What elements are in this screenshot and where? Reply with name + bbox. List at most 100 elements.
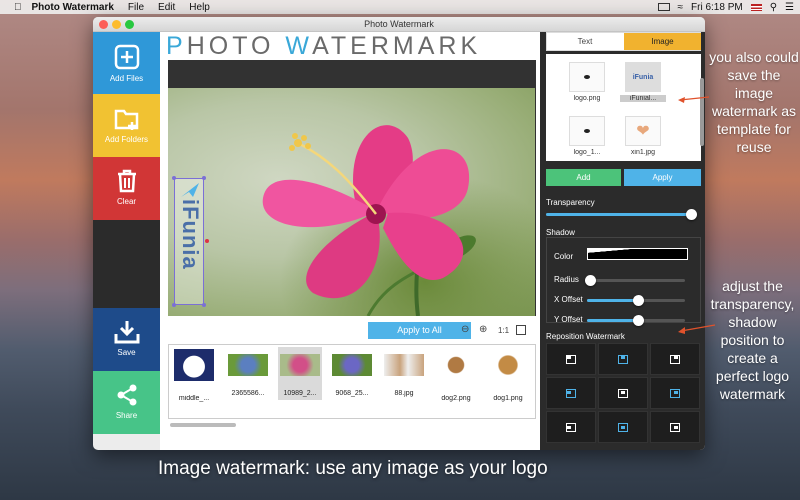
position-bottom-center-button[interactable] [598,411,648,443]
add-files-button[interactable]: Add Files [93,32,160,94]
fit-screen-icon[interactable] [516,325,526,335]
thumbnail-item[interactable]: dog1.png [486,349,530,402]
resize-handle[interactable] [202,303,206,307]
rotate-handle[interactable] [205,239,209,243]
y-offset-label: Y Offset [554,315,583,324]
shadow-label: Shadow [546,228,575,237]
position-middle-left-button[interactable] [546,377,596,409]
tab-image[interactable]: Image [624,33,701,50]
tab-text[interactable]: Text [547,33,623,50]
thumbnail-name: 2365586... [231,390,265,397]
clear-button[interactable]: Clear [93,157,160,220]
shadow-color-swatch[interactable] [587,248,688,260]
close-icon[interactable] [99,20,108,29]
y-offset-slider[interactable] [587,315,685,326]
thumbnail-item[interactable]: dog2.png [434,349,478,402]
vertical-scrollbar[interactable] [700,78,704,146]
search-icon[interactable]: ⚲ [770,2,777,13]
share-icon [117,384,136,406]
radius-knob[interactable] [585,275,596,286]
apply-to-all-button[interactable]: Apply to All [368,322,471,339]
transparency-knob[interactable] [686,209,697,220]
window-title: Photo Watermark [364,19,434,29]
radius-slider[interactable] [585,275,685,286]
watermark-image-name: logo_1... [573,149,601,156]
position-middle-right-button[interactable] [650,377,700,409]
thumbnail-name: 10989_2... [283,390,317,397]
save-button[interactable]: Save [93,308,160,371]
x-offset-knob[interactable] [632,295,644,306]
clock[interactable]: Fri 6:18 PM [691,2,743,13]
share-button[interactable]: Share [93,371,160,434]
thumbnail-item[interactable]: 88.jpg [382,349,426,397]
zoom-icon[interactable] [125,20,134,29]
thumbnail-strip: middle_... 2365586... 10989_2... 9068_25… [168,344,536,419]
add-folders-label: Add Folders [104,135,149,144]
thumbnail-image [332,354,372,376]
save-label: Save [117,348,136,357]
thumbnail-image [384,354,424,376]
x-offset-slider[interactable] [587,295,685,306]
watermark-image-item[interactable]: logo.png [564,62,610,102]
reposition-grid [546,343,701,445]
watermark-image-item[interactable]: logo_1... [564,116,610,156]
thumbnail-image [174,349,214,381]
download-icon [114,321,139,344]
position-top-left-button[interactable] [546,343,596,375]
watermark-image-item[interactable]: ❤ xin1.jpg [620,116,666,156]
horizontal-scrollbar[interactable] [170,423,236,427]
expand-icon[interactable] [657,3,670,11]
position-marker [620,390,625,394]
add-folders-button[interactable]: Add Folders [93,94,160,157]
watermark-overlay[interactable]: iFunia [172,176,209,307]
watermark-image-item-selected[interactable]: iFunia iFunial... [620,62,666,102]
logo-word-hoto: HOTO [186,32,286,60]
thumbnail-item[interactable]: 9068_25... [330,349,374,397]
thumbnail-item-selected[interactable]: 10989_2... [278,347,322,400]
flag-icon[interactable] [750,3,762,11]
thumbnail-name: 9068_25... [335,390,369,397]
tab-bar: Text Image [546,32,701,51]
position-top-right-button[interactable] [650,343,700,375]
menu-edit[interactable]: Edit [158,2,175,13]
position-center-button[interactable] [598,377,648,409]
position-marker [674,355,678,359]
position-bottom-left-button[interactable] [546,411,596,443]
thumbnail-item[interactable]: middle_... [172,349,216,402]
position-top-left-icon [566,354,576,364]
menu-file[interactable]: File [128,2,144,13]
thumbnail-name: middle_... [178,395,210,402]
minimize-icon[interactable] [112,20,121,29]
position-bottom-right-button[interactable] [650,411,700,443]
wifi-icon[interactable]: ≈ [678,2,684,13]
watermark-thumb [569,62,605,92]
watermark-thumb: iFunia [625,62,661,92]
logo-letter-w: W [285,32,313,60]
resize-handle[interactable] [172,176,176,180]
zoom-in-icon[interactable]: ⊕ [479,324,487,335]
list-icon[interactable]: ☰ [785,2,794,13]
annotation-adjust: adjust the transparency, shadow position… [710,278,795,402]
actual-size-button[interactable]: 1:1 [498,326,509,335]
thumbnail-item[interactable]: 2365586... [226,349,270,397]
watermark-text: iFunia [178,199,203,270]
apply-button[interactable]: Apply [624,169,701,186]
watermark-image-name: iFunial... [620,95,666,102]
thumbnail-name: dog1.png [493,395,523,402]
y-offset-knob[interactable] [632,315,644,326]
position-bottom-left-icon [566,422,576,432]
preview-photo[interactable] [168,88,535,316]
menu-app-name[interactable]: Photo Watermark [32,2,114,13]
apple-icon[interactable]:  [14,2,22,13]
trash-icon [117,169,136,193]
position-top-center-button[interactable] [598,343,648,375]
main-area: PHOTO WATERMARK iFunia Apply to All ⊖ ⊕ … [160,32,540,450]
transparency-slider[interactable] [546,209,697,220]
add-button[interactable]: Add [546,169,621,186]
resize-handle[interactable] [172,303,176,307]
zoom-out-icon[interactable]: ⊖ [461,324,469,335]
thumbnail-name: 88.jpg [394,390,414,397]
color-label: Color [554,252,574,261]
resize-handle[interactable] [202,176,206,180]
menu-help[interactable]: Help [189,2,210,13]
